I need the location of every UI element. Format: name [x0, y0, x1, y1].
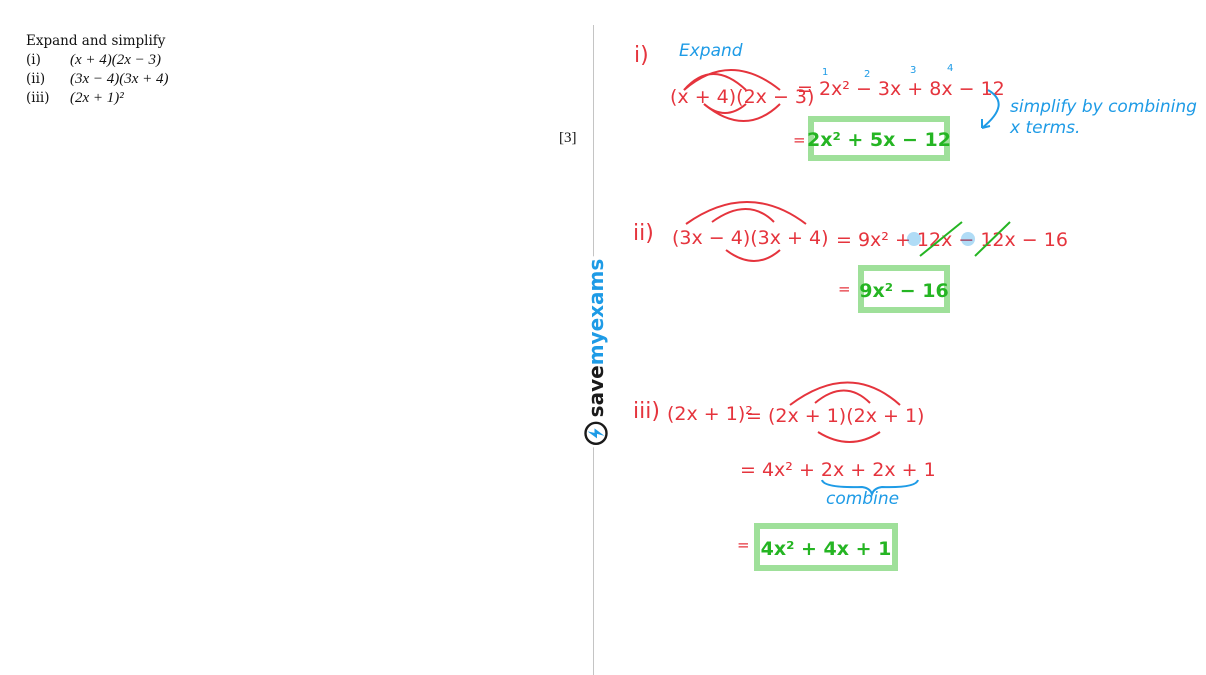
answer: 2x² + 5x − 12	[807, 129, 951, 151]
expansion-arc	[711, 208, 775, 223]
sign-highlight	[961, 232, 975, 246]
part-expression: (3x − 4)(3x + 4)	[672, 227, 829, 249]
expansion: = 4x² + 2x + 2x + 1	[740, 459, 936, 481]
equals-sign: =	[737, 536, 750, 554]
expansion: = 9x² + 12x − 12x − 16	[836, 229, 1068, 251]
combine-note: combine	[826, 489, 899, 509]
equals-sign: =	[793, 131, 806, 149]
answer: 4x² + 4x + 1	[761, 538, 892, 560]
term-number: 1	[822, 67, 828, 78]
part-label: i)	[634, 43, 649, 68]
term-number: 2	[864, 69, 870, 80]
comment: x terms.	[1009, 118, 1080, 138]
solution-part-3: iii) (2x + 1)² = (2x + 1)(2x + 1) = 4x² …	[633, 381, 936, 571]
comment: simplify by combining	[1010, 97, 1197, 117]
expansion-arc	[685, 201, 807, 225]
equals-sign: =	[838, 280, 851, 298]
expansion: = 2x² − 3x + 8x − 12	[797, 78, 1005, 100]
term-number: 3	[910, 65, 916, 76]
expansion-arc	[725, 249, 781, 262]
expansion-arc	[789, 381, 901, 406]
answer: 9x² − 16	[859, 280, 948, 302]
part-expression: (2x + 1)²	[667, 403, 753, 425]
worked-solution: i) Expand (x + 4)(2x − 3) = 2x² − 3x + 8…	[633, 41, 1197, 571]
sign-highlight	[907, 232, 921, 246]
expansion-arc	[814, 389, 871, 404]
solution-part-1: i) Expand (x + 4)(2x − 3) = 2x² − 3x + 8…	[634, 41, 1197, 161]
expand-note: Expand	[679, 41, 743, 61]
rewrite: = (2x + 1)(2x + 1)	[746, 405, 924, 427]
part-expression: (x + 4)(2x − 3)	[670, 86, 814, 108]
solution-part-2: ii) (3x − 4)(3x + 4) = 9x² + 12x − 12x −…	[633, 201, 1068, 313]
term-number: 4	[947, 63, 953, 74]
part-label: iii)	[633, 399, 660, 424]
part-label: ii)	[633, 221, 654, 246]
expansion-arc	[817, 431, 881, 443]
